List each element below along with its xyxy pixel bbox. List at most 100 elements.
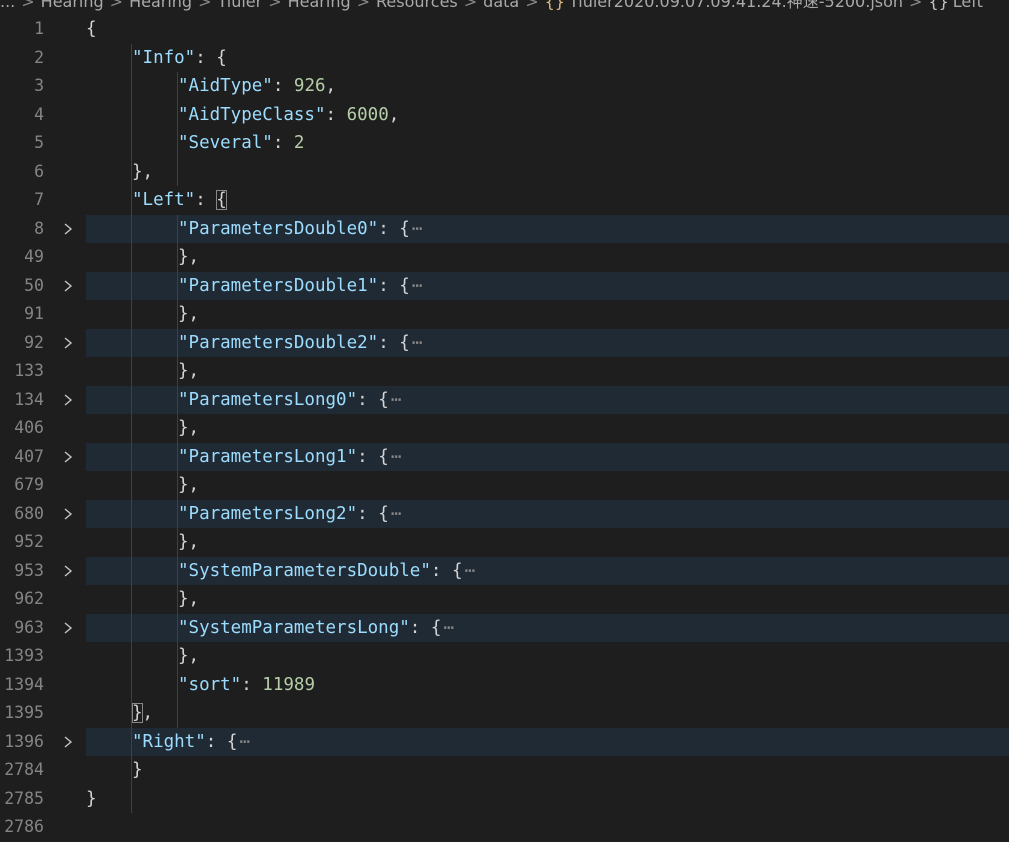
code-text[interactable]: "SystemParametersLong": {⋯ bbox=[178, 614, 454, 643]
breadcrumb-symbol[interactable]: Left bbox=[953, 0, 983, 11]
fold-ellipsis-icon[interactable]: ⋯ bbox=[412, 219, 423, 239]
code-text[interactable]: "ParametersLong1": {⋯ bbox=[178, 443, 402, 472]
code-text[interactable]: "SystemParametersDouble": {⋯ bbox=[178, 557, 475, 586]
breadcrumb[interactable]: ... > Hearing > Hearing > Tiuler > Hearing > Resou… bbox=[0, 0, 1009, 12]
code-line[interactable]: 953 "SystemParametersDouble": {⋯ bbox=[0, 556, 1009, 586]
code-line[interactable]: 1395}, bbox=[0, 699, 1009, 728]
code-line[interactable]: 406}, bbox=[0, 414, 1009, 443]
code-text[interactable]: }, bbox=[178, 300, 199, 329]
fold-ellipsis-icon[interactable]: ⋯ bbox=[443, 618, 454, 638]
code-line[interactable]: 407 "ParametersLong1": {⋯ bbox=[0, 442, 1009, 472]
code-line[interactable]: 4 "AidTypeClass": 6000, bbox=[0, 101, 1009, 130]
chevron-right-icon[interactable] bbox=[60, 500, 76, 528]
code-line[interactable]: 8 "ParametersDouble0": {⋯ bbox=[0, 214, 1009, 244]
code-line[interactable]: 50 "ParametersDouble1": {⋯ bbox=[0, 271, 1009, 301]
code-text[interactable]: "ParametersLong0": {⋯ bbox=[178, 386, 402, 415]
fold-ellipsis-icon[interactable]: ⋯ bbox=[464, 561, 475, 581]
code-text[interactable]: "ParametersDouble2": {⋯ bbox=[178, 329, 423, 358]
code-line[interactable]: 133}, bbox=[0, 357, 1009, 386]
code-text[interactable]: "Right": {⋯ bbox=[132, 728, 250, 757]
line-number: 407 bbox=[14, 446, 44, 466]
line-number: 953 bbox=[14, 560, 44, 580]
code-editor[interactable]: 1{2 "Info": {3 "AidType": 926, 4 "AidTypeCla… bbox=[0, 15, 1009, 838]
chevron-right-icon[interactable] bbox=[60, 386, 76, 414]
chevron-right-icon[interactable] bbox=[60, 215, 76, 243]
code-text[interactable]: "sort": 11989 bbox=[178, 671, 315, 700]
breadcrumb-file[interactable]: Tiuler2020.09.07.09.41.24.神速-5200.json bbox=[569, 0, 903, 11]
breadcrumb-item[interactable]: Tiuler bbox=[217, 0, 262, 11]
breadcrumb-item[interactable]: data bbox=[483, 0, 519, 11]
code-line[interactable]: 49}, bbox=[0, 243, 1009, 272]
code-text[interactable]: }, bbox=[132, 158, 153, 187]
code-text[interactable]: "ParametersDouble1": {⋯ bbox=[178, 272, 423, 301]
punctuation: }, bbox=[178, 247, 200, 267]
chevron-right-icon[interactable] bbox=[60, 329, 76, 357]
fold-ellipsis-icon[interactable]: ⋯ bbox=[391, 390, 402, 410]
code-text[interactable]: "AidType": 926, bbox=[178, 72, 336, 101]
code-line[interactable]: 679}, bbox=[0, 471, 1009, 500]
punctuation: : { bbox=[378, 332, 410, 353]
breadcrumb-item[interactable]: Resources bbox=[376, 0, 458, 11]
code-text[interactable]: "AidTypeClass": 6000, bbox=[178, 101, 399, 130]
code-text[interactable]: { bbox=[86, 15, 97, 44]
chevron-right-icon[interactable] bbox=[60, 443, 76, 471]
code-line[interactable]: 7 "Left": { bbox=[0, 186, 1009, 215]
code-text[interactable]: "ParametersLong2": {⋯ bbox=[178, 500, 402, 529]
line-number: 1396 bbox=[4, 731, 44, 751]
code-line[interactable]: 2784} bbox=[0, 756, 1009, 785]
punctuation: : { bbox=[195, 47, 227, 68]
code-line[interactable]: 3 "AidType": 926, bbox=[0, 72, 1009, 101]
indent-guide bbox=[177, 214, 178, 728]
code-text[interactable]: }, bbox=[178, 528, 199, 557]
code-line[interactable]: 680 "ParametersLong2": {⋯ bbox=[0, 499, 1009, 529]
code-text[interactable]: "Several": 2 bbox=[178, 129, 304, 158]
code-text[interactable]: "ParametersDouble0": {⋯ bbox=[178, 215, 423, 244]
chevron-right-icon[interactable] bbox=[60, 614, 76, 642]
chevron-right-icon[interactable] bbox=[60, 557, 76, 585]
chevron-right-icon[interactable] bbox=[60, 728, 76, 756]
code-text[interactable]: }, bbox=[178, 585, 199, 614]
code-line[interactable]: 963 "SystemParametersLong": {⋯ bbox=[0, 613, 1009, 643]
code-line[interactable]: 1394 "sort": 11989 bbox=[0, 671, 1009, 700]
code-text[interactable]: "Info": { bbox=[132, 44, 227, 73]
breadcrumb-item[interactable]: ... bbox=[0, 0, 15, 11]
code-line[interactable]: 2786 bbox=[0, 813, 1009, 842]
code-line[interactable]: 1396 "Right": {⋯ bbox=[0, 727, 1009, 757]
breadcrumb-item[interactable]: Hearing bbox=[129, 0, 192, 11]
code-line[interactable]: 6}, bbox=[0, 158, 1009, 187]
indent-guide bbox=[131, 43, 132, 813]
code-text[interactable]: }, bbox=[132, 699, 153, 728]
fold-ellipsis-icon[interactable]: ⋯ bbox=[391, 504, 402, 524]
code-line[interactable]: 92 "ParametersDouble2": {⋯ bbox=[0, 328, 1009, 358]
line-number: 7 bbox=[34, 190, 44, 209]
fold-ellipsis-icon[interactable]: ⋯ bbox=[412, 276, 423, 296]
code-text[interactable]: } bbox=[86, 785, 97, 814]
line-number: 92 bbox=[24, 332, 44, 352]
breadcrumb-item[interactable]: Hearing bbox=[288, 0, 351, 11]
chevron-right-icon[interactable] bbox=[60, 272, 76, 300]
fold-ellipsis-icon[interactable]: ⋯ bbox=[391, 447, 402, 467]
code-text[interactable]: }, bbox=[178, 471, 199, 500]
code-text[interactable]: }, bbox=[178, 357, 199, 386]
line-number: 2786 bbox=[4, 817, 44, 836]
line-number: 1393 bbox=[4, 646, 44, 665]
code-line[interactable]: 134 "ParametersLong0": {⋯ bbox=[0, 385, 1009, 415]
json-number: 6000 bbox=[346, 104, 389, 125]
code-line[interactable]: 1{ bbox=[0, 15, 1009, 44]
code-line[interactable]: 2 "Info": { bbox=[0, 44, 1009, 73]
code-text[interactable]: }, bbox=[178, 414, 199, 443]
breadcrumb-item[interactable]: Hearing bbox=[41, 0, 104, 11]
code-line[interactable]: 5 "Several": 2 bbox=[0, 129, 1009, 158]
code-text[interactable]: }, bbox=[178, 642, 199, 671]
code-line[interactable]: 952}, bbox=[0, 528, 1009, 557]
fold-ellipsis-icon[interactable]: ⋯ bbox=[412, 333, 423, 353]
code-line[interactable]: 91}, bbox=[0, 300, 1009, 329]
code-text[interactable]: "Left": { bbox=[132, 186, 227, 215]
json-key: "AidTypeClass" bbox=[178, 104, 326, 125]
code-line[interactable]: 1393}, bbox=[0, 642, 1009, 671]
code-text[interactable]: }, bbox=[178, 243, 199, 272]
code-line[interactable]: 962}, bbox=[0, 585, 1009, 614]
code-line[interactable]: 2785} bbox=[0, 785, 1009, 814]
code-text[interactable]: } bbox=[132, 756, 143, 785]
fold-ellipsis-icon[interactable]: ⋯ bbox=[239, 732, 250, 752]
